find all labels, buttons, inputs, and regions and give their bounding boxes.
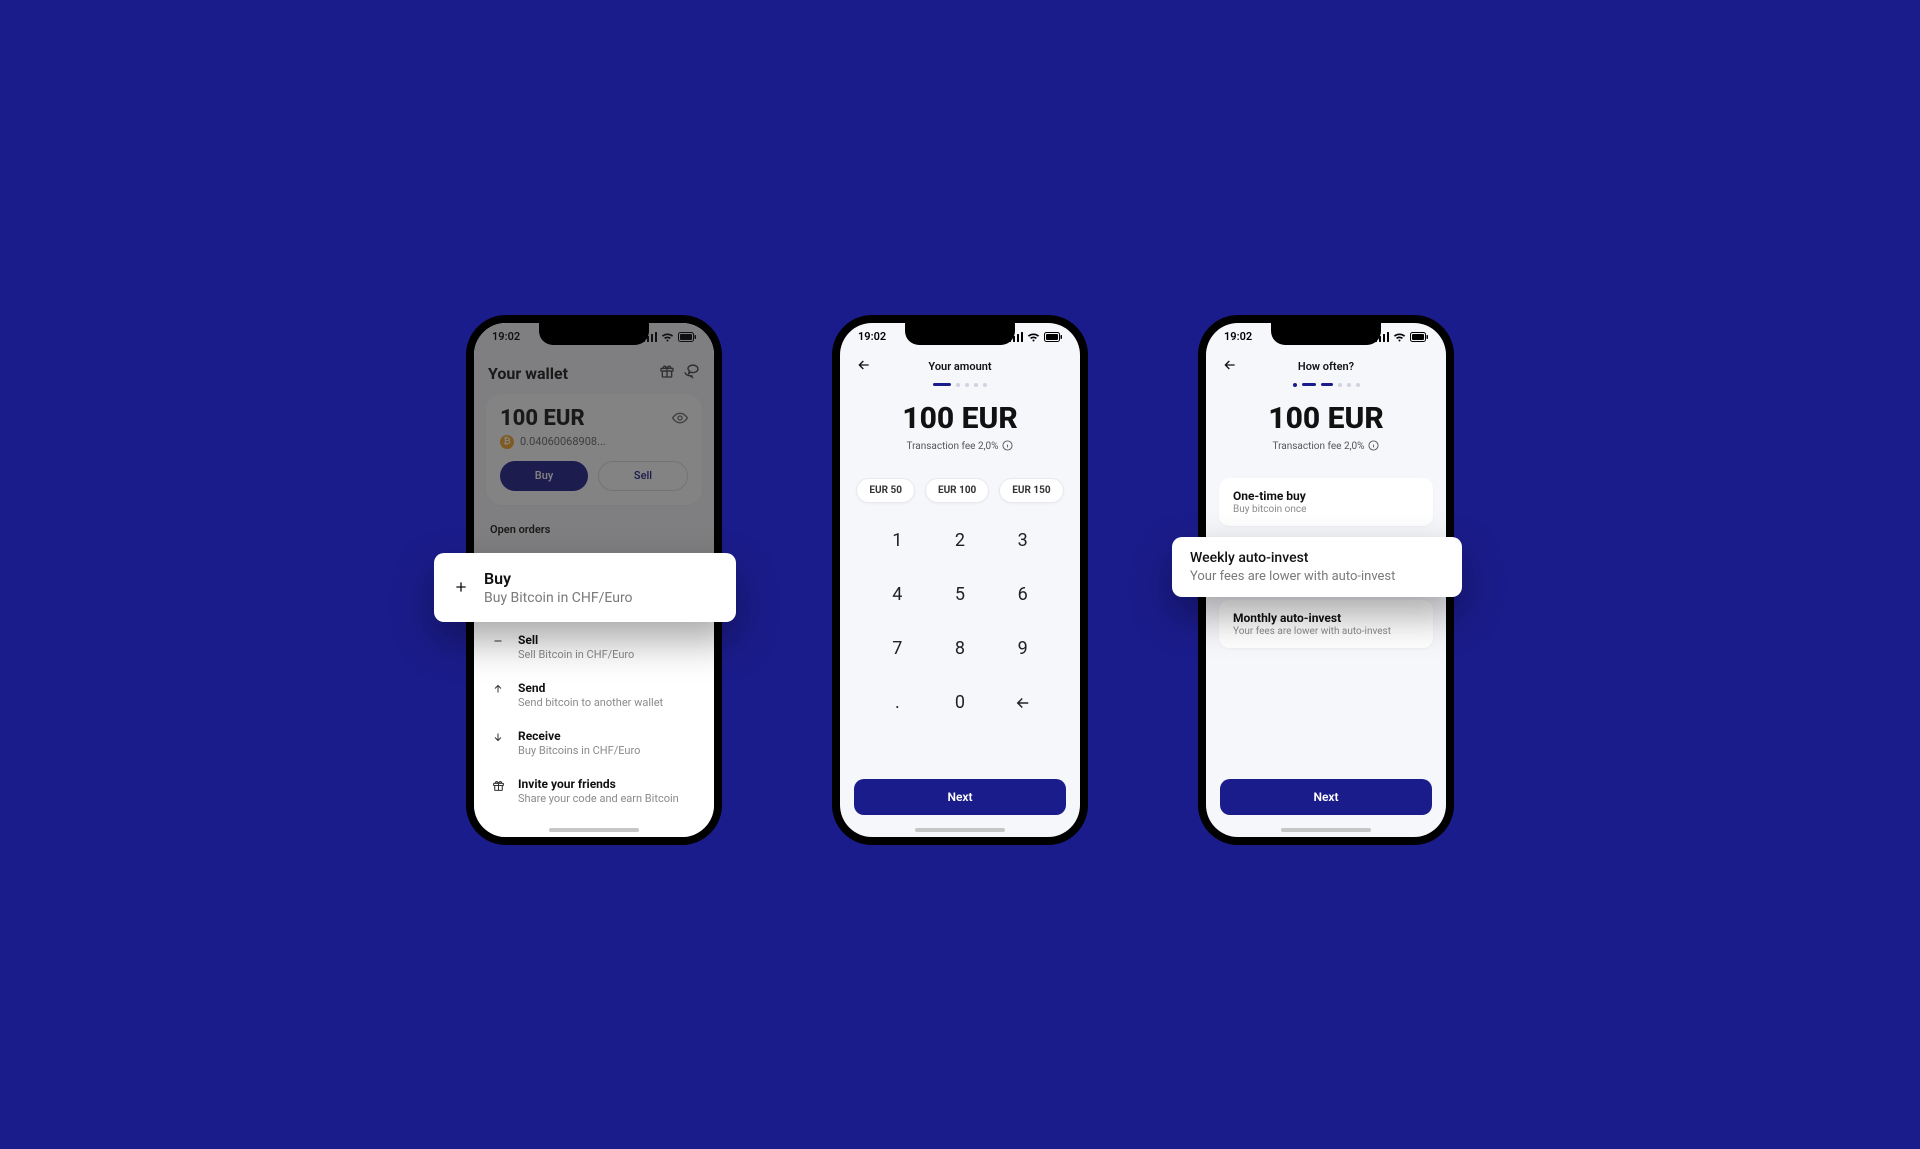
back-button[interactable] [856, 357, 872, 377]
sheet-item-sell[interactable]: Sell Sell Bitcoin in CHF/Euro [488, 623, 700, 671]
number-keypad: 1 2 3 4 5 6 7 8 9 . 0 [840, 515, 1080, 719]
key-backspace[interactable] [991, 687, 1054, 719]
sheet-title: Send [518, 681, 663, 695]
arrow-down-icon [490, 729, 506, 743]
nav-title: How often? [1238, 360, 1414, 373]
key-1[interactable]: 1 [866, 525, 929, 557]
key-8[interactable]: 8 [929, 633, 992, 665]
step-progress [840, 383, 1080, 387]
sheet-title: Receive [518, 729, 640, 743]
option-subtitle: Your fees are lower with auto-invest [1233, 626, 1419, 637]
popout-subtitle: Buy Bitcoin in CHF/Euro [484, 590, 633, 606]
sheet-item-invite[interactable]: Invite your friends Share your code and … [488, 767, 700, 815]
key-0[interactable]: 0 [929, 687, 992, 719]
status-time: 19:02 [858, 330, 886, 343]
arrow-left-icon [1222, 357, 1238, 373]
phone-amount: 19:02 Your amount 100 EUR Transaction fe… [832, 315, 1088, 845]
phone-notch [1271, 323, 1381, 345]
sheet-subtitle: Sell Bitcoin in CHF/Euro [518, 648, 634, 661]
fee-row: Transaction fee 2,0% [1206, 440, 1446, 454]
preset-amount-button[interactable]: EUR 100 [925, 478, 989, 503]
key-4[interactable]: 4 [866, 579, 929, 611]
popout-title: Weekly auto-invest [1190, 550, 1444, 566]
back-button[interactable] [1222, 357, 1238, 377]
option-one-time[interactable]: One-time buy Buy bitcoin once [1219, 478, 1433, 526]
option-title: One-time buy [1233, 489, 1419, 503]
sheet-item-send[interactable]: Send Send bitcoin to another wallet [488, 671, 700, 719]
popout-title: Buy [484, 569, 633, 588]
fee-text: Transaction fee 2,0% [907, 441, 999, 452]
popout-buy-card[interactable]: Buy Buy Bitcoin in CHF/Euro [434, 553, 736, 622]
popout-weekly-card[interactable]: Weekly auto-invest Your fees are lower w… [1172, 537, 1462, 597]
step-progress [1206, 383, 1446, 387]
preset-amount-button[interactable]: EUR 150 [999, 478, 1063, 503]
option-monthly[interactable]: Monthly auto-invest Your fees are lower … [1219, 600, 1433, 648]
amount-display: 100 EUR [840, 401, 1080, 436]
sheet-subtitle: Send bitcoin to another wallet [518, 696, 663, 709]
home-indicator [915, 828, 1005, 832]
key-6[interactable]: 6 [991, 579, 1054, 611]
next-button[interactable]: Next [854, 779, 1066, 815]
home-indicator [1281, 828, 1371, 832]
popout-subtitle: Your fees are lower with auto-invest [1190, 569, 1444, 584]
key-5[interactable]: 5 [929, 579, 992, 611]
wifi-icon [1393, 332, 1406, 342]
key-7[interactable]: 7 [866, 633, 929, 665]
phone-wallet: 19:02 Your wallet 100 [466, 315, 722, 845]
battery-icon [1044, 332, 1062, 342]
wifi-icon [1027, 332, 1040, 342]
sheet-item-receive[interactable]: Receive Buy Bitcoins in CHF/Euro [488, 719, 700, 767]
next-button[interactable]: Next [1220, 779, 1432, 815]
nav-title: Your amount [872, 360, 1048, 373]
status-indicators [1375, 332, 1428, 342]
sheet-title: Invite your friends [518, 777, 679, 791]
arrow-up-icon [490, 681, 506, 695]
fee-row: Transaction fee 2,0% [840, 440, 1080, 454]
option-title: Monthly auto-invest [1233, 611, 1419, 625]
backspace-icon [1014, 694, 1032, 712]
status-time: 19:02 [1224, 330, 1252, 343]
key-9[interactable]: 9 [991, 633, 1054, 665]
fee-text: Transaction fee 2,0% [1273, 441, 1365, 452]
sheet-subtitle: Buy Bitcoins in CHF/Euro [518, 744, 640, 757]
plus-icon [452, 579, 470, 595]
key-3[interactable]: 3 [991, 525, 1054, 557]
info-icon[interactable] [1002, 440, 1013, 454]
amount-display: 100 EUR [1206, 401, 1446, 436]
battery-icon [1410, 332, 1428, 342]
arrow-left-icon [856, 357, 872, 373]
info-icon[interactable] [1368, 440, 1379, 454]
home-indicator [549, 828, 639, 832]
gift-icon [490, 777, 506, 792]
phone-notch [905, 323, 1015, 345]
key-2[interactable]: 2 [929, 525, 992, 557]
phone-frequency: 19:02 How often? 100 EUR Transaction fee… [1198, 315, 1454, 845]
minus-icon [490, 633, 506, 647]
sheet-subtitle: Share your code and earn Bitcoin [518, 792, 679, 805]
status-indicators [1009, 332, 1062, 342]
option-subtitle: Buy bitcoin once [1233, 504, 1419, 515]
key-dot[interactable]: . [866, 687, 929, 719]
phone-notch [539, 323, 649, 345]
preset-amount-button[interactable]: EUR 50 [856, 478, 915, 503]
sheet-title: Sell [518, 633, 634, 647]
